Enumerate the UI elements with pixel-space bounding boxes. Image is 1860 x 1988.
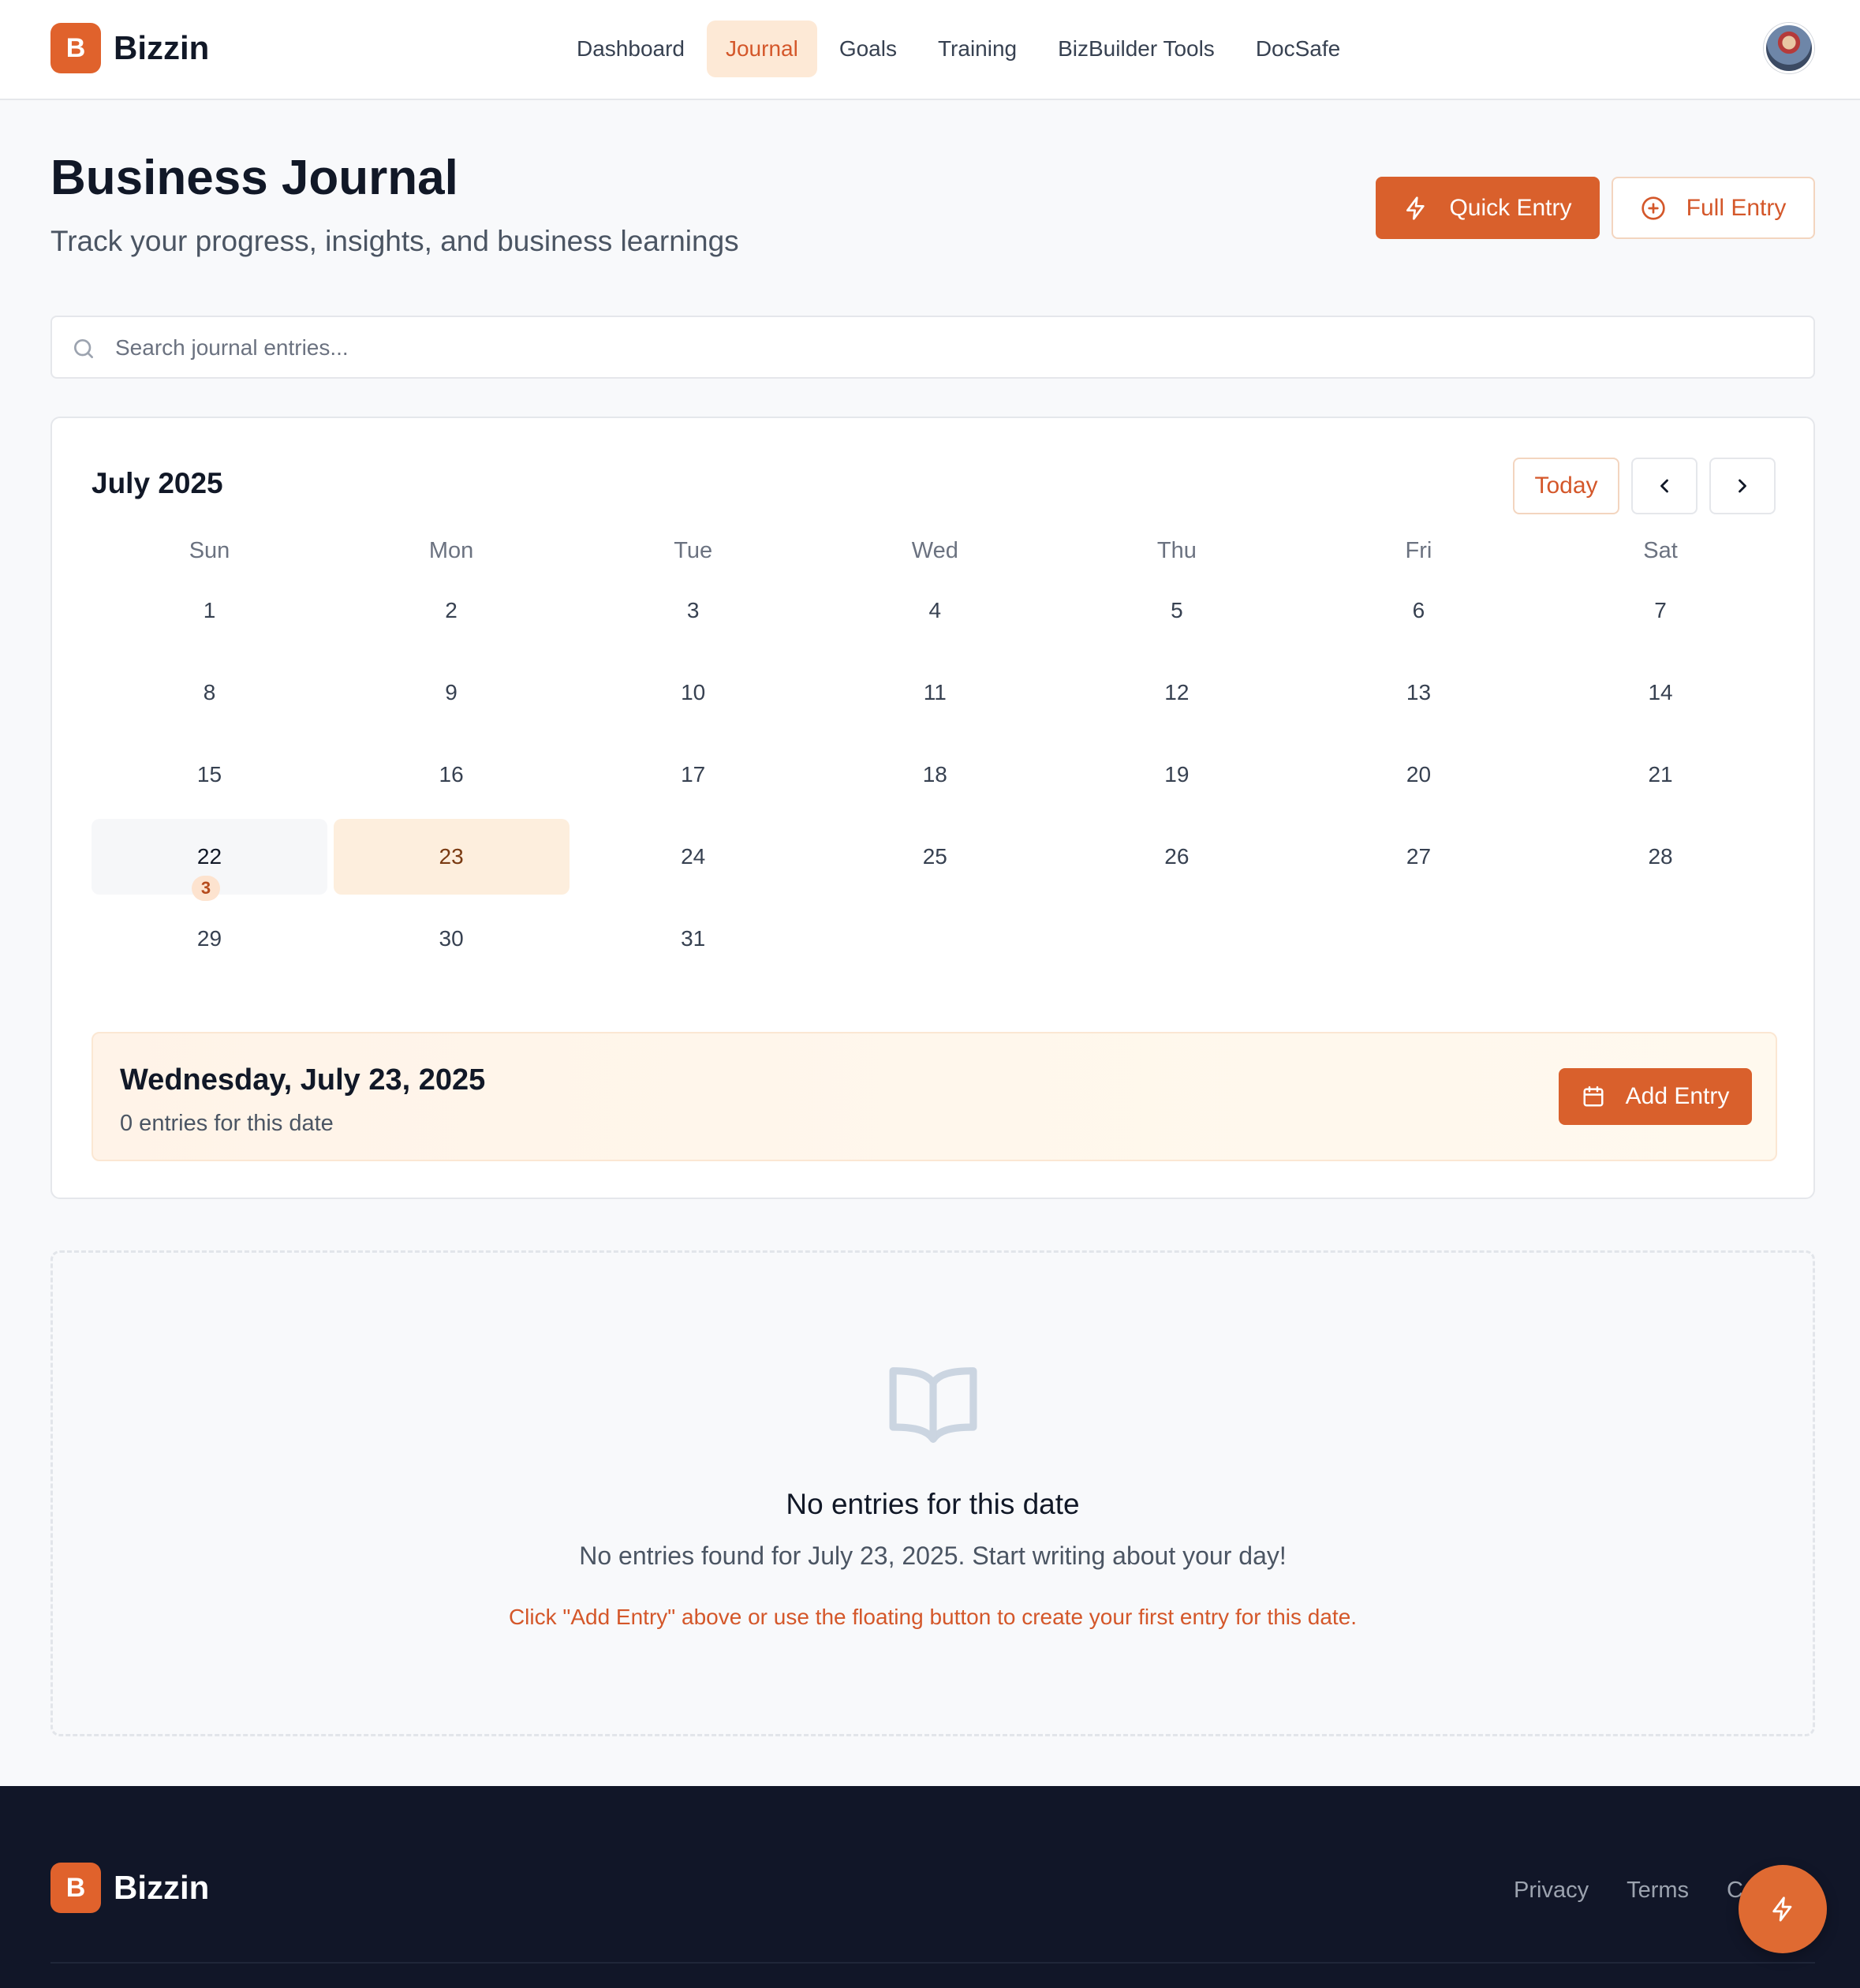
calendar-day[interactable]: 7 (1543, 573, 1779, 648)
calendar-day[interactable]: 4 (817, 573, 1053, 648)
selected-date-panel: Wednesday, July 23, 2025 0 entries for t… (92, 1032, 1777, 1161)
calendar-day-with-entries[interactable]: 22 3 (92, 819, 327, 901)
calendar-day[interactable]: 11 (817, 655, 1053, 731)
nav-item-training[interactable]: Training (919, 21, 1036, 77)
search-input[interactable] (115, 327, 1772, 369)
calendar-month-label: July 2025 (92, 467, 223, 499)
weekday-header: Thu (1156, 537, 1197, 563)
main-nav: Dashboard Journal Goals Training BizBuil… (558, 21, 1359, 77)
calendar-day-selected[interactable]: 23 (333, 819, 570, 895)
user-avatar[interactable] (1764, 23, 1814, 73)
today-button[interactable]: Today (1513, 458, 1619, 514)
search-icon (74, 339, 93, 358)
calendar-day[interactable]: 15 (92, 737, 327, 813)
page-subtitle: Track your progress, insights, and busin… (50, 225, 739, 257)
calendar-day[interactable]: 2 (334, 573, 570, 648)
lightning-icon (1406, 196, 1425, 220)
brand-logo[interactable]: B Bizzin (50, 23, 209, 73)
calendar-day[interactable]: 27 (1301, 819, 1537, 895)
weekday-header: Sat (1643, 537, 1678, 563)
footer-brand-name: Bizzin (114, 1869, 210, 1906)
quick-entry-label: Quick Entry (1449, 194, 1572, 221)
previous-month-button[interactable] (1631, 458, 1698, 514)
calendar-day[interactable]: 12 (1059, 655, 1294, 731)
add-entry-button[interactable]: Add Entry (1559, 1068, 1752, 1125)
selected-date-entry-count: 0 entries for this date (120, 1111, 334, 1136)
calendar-day[interactable]: 19 (1059, 737, 1294, 813)
calendar-day[interactable]: 18 (817, 737, 1053, 813)
add-entry-label: Add Entry (1625, 1083, 1730, 1109)
calendar-icon (1583, 1086, 1604, 1107)
book-open-icon (889, 1367, 977, 1443)
calendar-day[interactable]: 20 (1301, 737, 1537, 813)
footer: B Bizzin Privacy Terms C (0, 1786, 1860, 1988)
weekday-header: Fri (1405, 537, 1432, 563)
weekday-header: Sun (189, 537, 230, 563)
search-bar (50, 316, 1815, 379)
plus-circle-icon (1641, 196, 1665, 220)
weekday-header: Mon (428, 537, 474, 563)
brand-name: Bizzin (114, 29, 210, 66)
calendar-day[interactable]: 25 (817, 819, 1053, 895)
calendar-day[interactable]: 16 (334, 737, 570, 813)
calendar-day[interactable]: 1 (92, 573, 327, 648)
calendar-day[interactable]: 5 (1059, 573, 1294, 648)
floating-quick-entry-button[interactable] (1739, 1865, 1827, 1953)
top-navigation-bar: B Bizzin Dashboard Journal Goals Trainin… (0, 0, 1860, 100)
page-title: Business Journal (50, 151, 458, 205)
calendar-day[interactable]: 24 (575, 819, 811, 895)
weekday-header: Wed (911, 537, 958, 563)
weekday-header: Tue (674, 537, 713, 563)
calendar-day[interactable]: 10 (575, 655, 811, 731)
empty-state-hint: Click "Add Entry" above or use the float… (508, 1605, 1358, 1629)
empty-state-message: No entries found for July 23, 2025. Star… (579, 1541, 1287, 1570)
chevron-right-icon (1739, 479, 1746, 493)
calendar-day[interactable]: 6 (1301, 573, 1537, 648)
nav-item-docsafe[interactable]: DocSafe (1237, 21, 1359, 77)
calendar-day[interactable]: 26 (1059, 819, 1294, 895)
full-entry-label: Full Entry (1686, 194, 1787, 221)
footer-logo-badge: B (50, 1863, 101, 1913)
quick-entry-button[interactable]: Quick Entry (1376, 177, 1600, 239)
calendar-day[interactable]: 8 (92, 655, 327, 731)
day-number: 22 (196, 844, 222, 869)
footer-logo[interactable]: B Bizzin (50, 1863, 209, 1913)
calendar-day[interactable]: 31 (575, 901, 811, 977)
nav-item-journal[interactable]: Journal (706, 21, 817, 77)
calendar-day[interactable]: 29 (92, 901, 327, 977)
calendar-day[interactable]: 28 (1543, 819, 1779, 895)
calendar-day[interactable]: 21 (1543, 737, 1779, 813)
selected-date-title: Wednesday, July 23, 2025 (120, 1063, 486, 1097)
logo-badge: B (50, 23, 101, 73)
footer-link-privacy[interactable]: Privacy (1514, 1870, 1589, 1910)
next-month-button[interactable] (1709, 458, 1776, 514)
calendar-day[interactable]: 30 (334, 901, 570, 977)
entry-count-badge: 3 (192, 876, 220, 901)
empty-state-title: No entries for this date (786, 1488, 1080, 1520)
nav-item-dashboard[interactable]: Dashboard (558, 21, 704, 77)
calendar-card: July 2025 Today Sun Mon Tue Wed Thu Fri … (50, 417, 1815, 1199)
calendar-grid: Sun Mon Tue Wed Thu Fri Sat 1 2 3 4 5 6 … (92, 529, 1777, 983)
empty-state: No entries for this date No entries foun… (50, 1250, 1815, 1736)
calendar-day[interactable]: 17 (575, 737, 811, 813)
full-entry-button[interactable]: Full Entry (1612, 177, 1815, 239)
footer-links: Privacy Terms C (1514, 1870, 1743, 1910)
calendar-day[interactable]: 14 (1543, 655, 1779, 731)
calendar-day[interactable]: 9 (334, 655, 570, 731)
lightning-icon (1772, 1896, 1792, 1922)
nav-item-bizbuilder-tools[interactable]: BizBuilder Tools (1039, 21, 1234, 77)
footer-divider (50, 1962, 1815, 1964)
calendar-day[interactable]: 13 (1301, 655, 1537, 731)
chevron-left-icon (1660, 479, 1668, 493)
footer-link-terms[interactable]: Terms (1627, 1870, 1689, 1910)
nav-item-goals[interactable]: Goals (820, 21, 916, 77)
calendar-day[interactable]: 3 (575, 573, 811, 648)
